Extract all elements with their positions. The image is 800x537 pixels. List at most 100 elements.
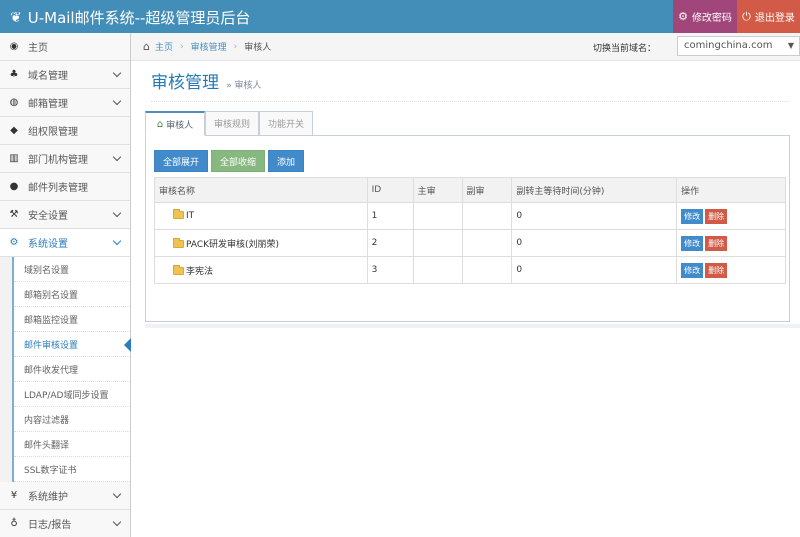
breadcrumb-current: 审核人 [244, 43, 272, 53]
reviewer-table: 审核名称 ID 主审 副审 副转主等待时间(分钟) 操作 IT 1 0 修改 删除… [154, 177, 786, 284]
breadcrumb-separator-icon: › [233, 41, 238, 52]
chevron-down-icon [112, 517, 122, 527]
submenu-item[interactable]: 邮箱别名设置 [14, 282, 130, 307]
chevron-down-icon [112, 68, 122, 78]
delete-button[interactable]: 删除 [705, 262, 728, 278]
power-icon: ⏻ [742, 9, 751, 23]
bar-chart-icon: ▥ [9, 153, 19, 164]
add-button[interactable]: 添加 [268, 150, 304, 172]
chevron-down-icon [112, 208, 122, 218]
top-navbar: ❦ U-Mail邮件系统--超级管理员后台 ⚙ 修改密码 ⏻ 退出登录 [0, 0, 800, 33]
row-id-cell: 2 [366, 229, 414, 257]
chevron-down-icon [112, 489, 122, 499]
row-actions-cell: 修改 删除 [676, 229, 786, 257]
page-subtitle: » 审核人 [226, 81, 262, 91]
lightbulb-icon: ♁ [10, 518, 18, 529]
change-password-button[interactable]: ⚙ 修改密码 [673, 0, 737, 33]
submenu-item[interactable]: 域别名设置 [14, 257, 130, 282]
column-header: 主审 [412, 177, 463, 203]
yen-icon: ¥ [10, 490, 18, 501]
sidebar-item-logs[interactable]: ♁ 日志/报告 [0, 510, 130, 537]
breadcrumb-separator-icon: › [180, 41, 184, 52]
row-name-cell[interactable]: 李宪法 [154, 256, 368, 284]
sidebar-item-maintenance[interactable]: ¥ 系统维护 [0, 482, 130, 510]
tab-reviewer[interactable]: ⌂ 审核人 [145, 111, 205, 136]
domain-select[interactable]: comingchina.com ▼ [677, 36, 800, 56]
sidebar-item-department[interactable]: ▥ 部门机构管理 [0, 145, 130, 173]
leaf-icon: ❦ [10, 9, 22, 26]
submenu-item-current[interactable]: 邮件审核设置 [14, 332, 131, 357]
sidebar-item-group-permission[interactable]: ◆ 组权限管理 [0, 117, 130, 145]
page-header: 审核管理 » 审核人 [151, 68, 789, 102]
submenu-item[interactable]: 邮件头翻译 [14, 432, 130, 457]
logout-button[interactable]: ⏻ 退出登录 [737, 0, 800, 33]
submenu-item[interactable]: 内容过滤器 [14, 407, 130, 432]
dashboard-icon: ◉ [9, 41, 19, 52]
expand-all-button[interactable]: 全部展开 [154, 150, 208, 172]
sidebar-item-domain[interactable]: ♣ 域名管理 [0, 61, 130, 89]
row-sub-cell [461, 202, 513, 230]
breadcrumb: ⌂ 主页 › 审核管理 › 审核人 切换当前域名： comingchina.co… [131, 33, 800, 61]
tab-bar: ⌂ 审核人 审核规则 功能开关 [145, 111, 790, 136]
row-sub-cell [461, 229, 513, 257]
column-header: 副转主等待时间(分钟) [511, 177, 678, 203]
table-row[interactable]: 李宪法 3 0 修改 删除 [154, 256, 786, 284]
column-header: ID [366, 177, 414, 203]
collapse-all-button[interactable]: 全部收缩 [211, 150, 265, 172]
edit-button[interactable]: 修改 [681, 208, 704, 224]
user-icon: ● [9, 181, 19, 192]
app-title: U-Mail邮件系统--超级管理员后台 [27, 9, 251, 27]
row-main-cell [412, 256, 463, 284]
sidebar: ◉ 主页 ♣ 域名管理 ◍ 邮箱管理 ◆ 组权限管理 ▥ 部门机构管理 ● 邮件… [0, 33, 131, 537]
home-icon: ⌂ [143, 40, 150, 53]
row-main-cell [412, 229, 463, 257]
row-name-cell[interactable]: PACK研发审核(刘丽荣) [154, 229, 368, 257]
tags-icon: ◆ [10, 125, 18, 136]
domain-switch-label: 切换当前域名： [593, 44, 657, 54]
folder-icon [173, 209, 184, 219]
row-wait-cell: 0 [511, 229, 678, 257]
sidebar-item-system-settings[interactable]: ⚙ 系统设置 [0, 229, 130, 257]
folder-icon [173, 237, 184, 248]
table-row[interactable]: IT 1 0 修改 删除 [154, 202, 786, 230]
row-name-cell[interactable]: IT [154, 202, 368, 230]
sitemap-icon: ♣ [9, 69, 19, 80]
row-wait-cell: 0 [511, 202, 678, 230]
row-main-cell [412, 202, 463, 230]
tab-review-rules[interactable]: 审核规则 [205, 111, 259, 136]
folder-icon [173, 264, 184, 275]
cog-icon: ⚙ [678, 10, 688, 23]
edit-button[interactable]: 修改 [681, 262, 704, 278]
sidebar-item-home[interactable]: ◉ 主页 [0, 33, 130, 61]
row-id-cell: 3 [366, 256, 414, 284]
chevron-down-icon [112, 152, 122, 162]
sidebar-item-mail-list[interactable]: ● 邮件列表管理 [0, 173, 130, 201]
table-row[interactable]: PACK研发审核(刘丽荣) 2 0 修改 删除 [154, 229, 786, 257]
breadcrumb-home-link[interactable]: 主页 [155, 40, 173, 53]
brand[interactable]: ❦ U-Mail邮件系统--超级管理员后台 [10, 7, 250, 28]
delete-button[interactable]: 删除 [705, 208, 728, 224]
breadcrumb-section-link[interactable]: 审核管理 [191, 40, 227, 53]
submenu-item[interactable]: LDAP/AD域同步设置 [14, 382, 130, 407]
column-header: 操作 [676, 177, 786, 203]
sidebar-item-mailbox[interactable]: ◍ 邮箱管理 [0, 89, 130, 117]
page-title: 审核管理 [151, 73, 219, 93]
chevron-down-icon [112, 96, 122, 106]
submenu-item[interactable]: 邮件收发代理 [14, 357, 130, 382]
submenu-item[interactable]: 邮箱监控设置 [14, 307, 130, 332]
submenu-item[interactable]: SSL数字证书 [14, 457, 130, 482]
system-settings-submenu: 域别名设置 邮箱别名设置 邮箱监控设置 邮件审核设置 邮件收发代理 LDAP/A… [12, 257, 131, 482]
tab-feature-switch[interactable]: 功能开关 [259, 111, 313, 136]
row-actions-cell: 修改 删除 [676, 256, 786, 284]
column-header: 审核名称 [154, 177, 368, 203]
content-divider [145, 324, 800, 328]
sidebar-item-security[interactable]: ⚒ 安全设置 [0, 201, 130, 229]
globe-icon: ◍ [9, 97, 19, 108]
row-wait-cell: 0 [511, 256, 678, 284]
edit-button[interactable]: 修改 [681, 235, 704, 251]
caret-down-icon: ▼ [787, 41, 794, 50]
gavel-icon: ⚒ [9, 209, 19, 220]
row-id-cell: 1 [366, 202, 414, 230]
delete-button[interactable]: 删除 [705, 235, 728, 251]
row-sub-cell [461, 256, 513, 284]
